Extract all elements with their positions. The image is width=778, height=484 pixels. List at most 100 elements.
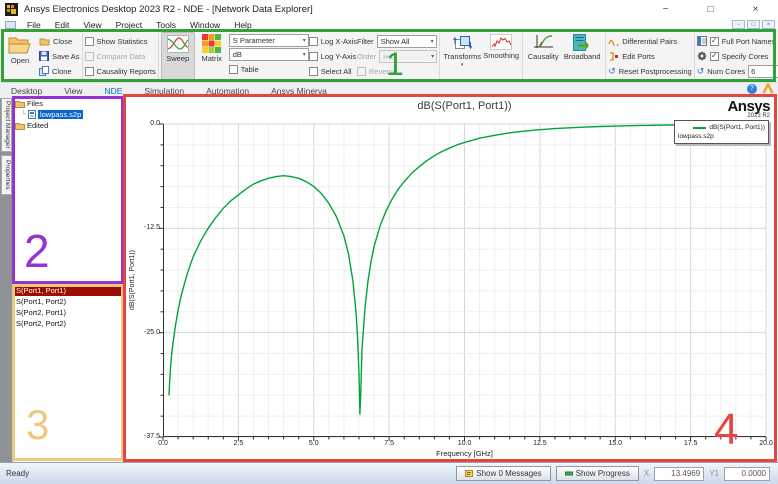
clone-icon: [39, 66, 49, 76]
minimize-icon[interactable]: −: [643, 0, 688, 19]
tab-desktop[interactable]: Desktop: [0, 86, 53, 96]
smoothing-button[interactable]: Smoothing: [482, 32, 520, 81]
trace-item-s21[interactable]: S(Port2, Port1): [13, 307, 125, 318]
save-as-button[interactable]: Save As: [39, 49, 80, 63]
checkbox: ✓: [85, 37, 94, 46]
s11-curve: [169, 124, 766, 414]
matrix-button[interactable]: Matrix: [195, 32, 229, 81]
filter-dropdown[interactable]: Show All ▾: [377, 35, 437, 48]
tree-item-edited[interactable]: Edited: [13, 120, 125, 131]
ribbon: Open Close Save As Clone: [0, 30, 778, 82]
checkbox: ✓: [710, 52, 719, 61]
log-y-axis-checkbox[interactable]: ✓ Log Y-Axis: [309, 49, 357, 63]
differential-pairs-button[interactable]: Differential Pairs: [608, 34, 692, 48]
sweep-button[interactable]: Sweep: [161, 32, 195, 81]
full-port-names-checkbox[interactable]: ✓ Full Port Names: [697, 34, 778, 48]
show-statistics-checkbox[interactable]: ✓ Show Statistics: [85, 34, 156, 48]
properties-vertical-tab[interactable]: Properties: [1, 155, 12, 195]
chevron-down-icon: ▾: [300, 37, 306, 44]
port-names-icon: [697, 36, 707, 46]
parameter-type-dropdown[interactable]: S Parameter ▾: [229, 34, 309, 47]
log-x-axis-checkbox[interactable]: ✓ Log X-Axis: [309, 34, 357, 48]
mdi-close-icon[interactable]: ×: [762, 20, 775, 29]
menu-tools[interactable]: Tools: [149, 20, 183, 30]
format-dropdown[interactable]: dB ▾: [229, 48, 309, 61]
edit-ports-button[interactable]: Edit Ports: [608, 49, 692, 63]
status-ready: Ready: [6, 469, 29, 478]
project-manager-vertical-tab[interactable]: Project Manager: [1, 98, 12, 152]
clone-button[interactable]: Clone: [39, 64, 80, 78]
x-coordinate-label: X: [644, 469, 649, 478]
checkbox: ✓: [309, 52, 318, 61]
x-tick-label: 20.0: [753, 440, 778, 447]
order-label: Order: [357, 52, 376, 61]
tab-view[interactable]: View: [53, 86, 93, 96]
tree-item-lowpass-file[interactable]: └ lowpass.s2p: [13, 109, 125, 120]
broadband-button[interactable]: Broadband: [561, 32, 603, 81]
checkbox: ✓: [710, 37, 719, 46]
ribbon-group-ports: Differential Pairs Edit Ports ↺ Reset Po…: [608, 32, 692, 81]
checkbox: ✓: [85, 52, 94, 61]
tab-nde[interactable]: NDE: [93, 86, 133, 96]
reverse-checkbox[interactable]: ✓ Reverse: [357, 64, 437, 78]
x-tick-label: 10.0: [452, 440, 478, 447]
y1-coordinate-input[interactable]: [724, 467, 770, 481]
maximize-icon[interactable]: □: [688, 0, 733, 19]
tab-simulation[interactable]: Simulation: [133, 86, 195, 96]
compare-data-checkbox[interactable]: ✓ Compare Data: [85, 49, 156, 63]
ribbon-separator: [522, 33, 523, 80]
x-tick-label: 0.0: [150, 440, 176, 447]
close-folder-icon: [39, 37, 50, 46]
tree-item-files[interactable]: Files: [13, 98, 125, 109]
open-button[interactable]: Open: [3, 32, 37, 65]
x-coordinate-input[interactable]: [654, 467, 704, 481]
menu-file[interactable]: File: [20, 20, 48, 30]
plot-svg[interactable]: [163, 124, 766, 437]
show-messages-button[interactable]: Show 0 Messages: [456, 466, 550, 481]
causality-button[interactable]: Causality: [525, 32, 561, 81]
ribbon-group-format: S Parameter ▾ dB ▾ ✓ Table: [229, 32, 309, 81]
chevron-down-icon: ▾: [461, 62, 464, 68]
mdi-restore-icon[interactable]: □: [747, 20, 760, 29]
y-tick-label: -12.5: [140, 224, 160, 231]
selected-file-label: lowpass.s2p: [38, 110, 83, 119]
tab-automation[interactable]: Automation: [195, 86, 260, 96]
tab-ansys-minerva[interactable]: Ansys Minerva: [260, 86, 338, 96]
ribbon-separator: [694, 33, 695, 80]
trace-item-s11[interactable]: S(Port1, Port1): [13, 285, 125, 296]
legend-line-sample: [693, 127, 706, 129]
mdi-minimize-icon[interactable]: −: [732, 20, 745, 29]
menu-window[interactable]: Window: [183, 20, 227, 30]
ribbon-group-statistics: ✓ Show Statistics ✓ Compare Data ✓ Causa…: [85, 32, 156, 81]
select-all-checkbox[interactable]: ✓ Select All: [309, 64, 357, 78]
menu-help[interactable]: Help: [227, 20, 258, 30]
num-cores-input[interactable]: [748, 65, 778, 78]
sweep-icon: [167, 35, 189, 53]
x-tick-label: 15.0: [602, 440, 628, 447]
reset-postprocessing-button[interactable]: ↺ Reset Postprocessing: [608, 64, 692, 78]
ribbon-group-axes: ✓ Log X-Axis ✓ Log Y-Axis ✓ Select All: [309, 32, 357, 81]
x-tick-label: 17.5: [678, 440, 704, 447]
trace-item-s12[interactable]: S(Port1, Port2): [13, 296, 125, 307]
menu-project[interactable]: Project: [109, 20, 149, 30]
y-tick-label: 0.0: [140, 120, 160, 127]
menu-edit[interactable]: Edit: [48, 20, 77, 30]
close-icon[interactable]: ×: [733, 0, 778, 19]
differential-pairs-icon: [608, 37, 619, 46]
mdi-child-icon: [5, 21, 16, 29]
order-dropdown[interactable]: i+1 ▾: [379, 50, 437, 63]
specify-cores-checkbox[interactable]: ✓ Specify Cores: [697, 49, 778, 63]
menu-view[interactable]: View: [76, 20, 108, 30]
tree-connector: └: [21, 111, 26, 118]
matrix-icon: [202, 34, 221, 53]
close-button[interactable]: Close: [39, 34, 80, 48]
ribbon-group-filter: Filter Show All ▾ Order i+1 ▾ ✓ Reverse: [357, 32, 437, 81]
edit-ports-icon: [608, 52, 619, 61]
table-checkbox[interactable]: ✓ Table: [229, 62, 309, 76]
transforms-button[interactable]: Transforms ▾: [442, 32, 482, 81]
help-icon[interactable]: ?: [747, 84, 757, 94]
num-cores-label: Num Cores: [707, 67, 745, 76]
causality-reports-checkbox[interactable]: ✓ Causality Reports: [85, 64, 156, 78]
trace-item-s22[interactable]: S(Port2, Port2): [13, 318, 125, 329]
show-progress-button[interactable]: Show Progress: [556, 466, 639, 481]
